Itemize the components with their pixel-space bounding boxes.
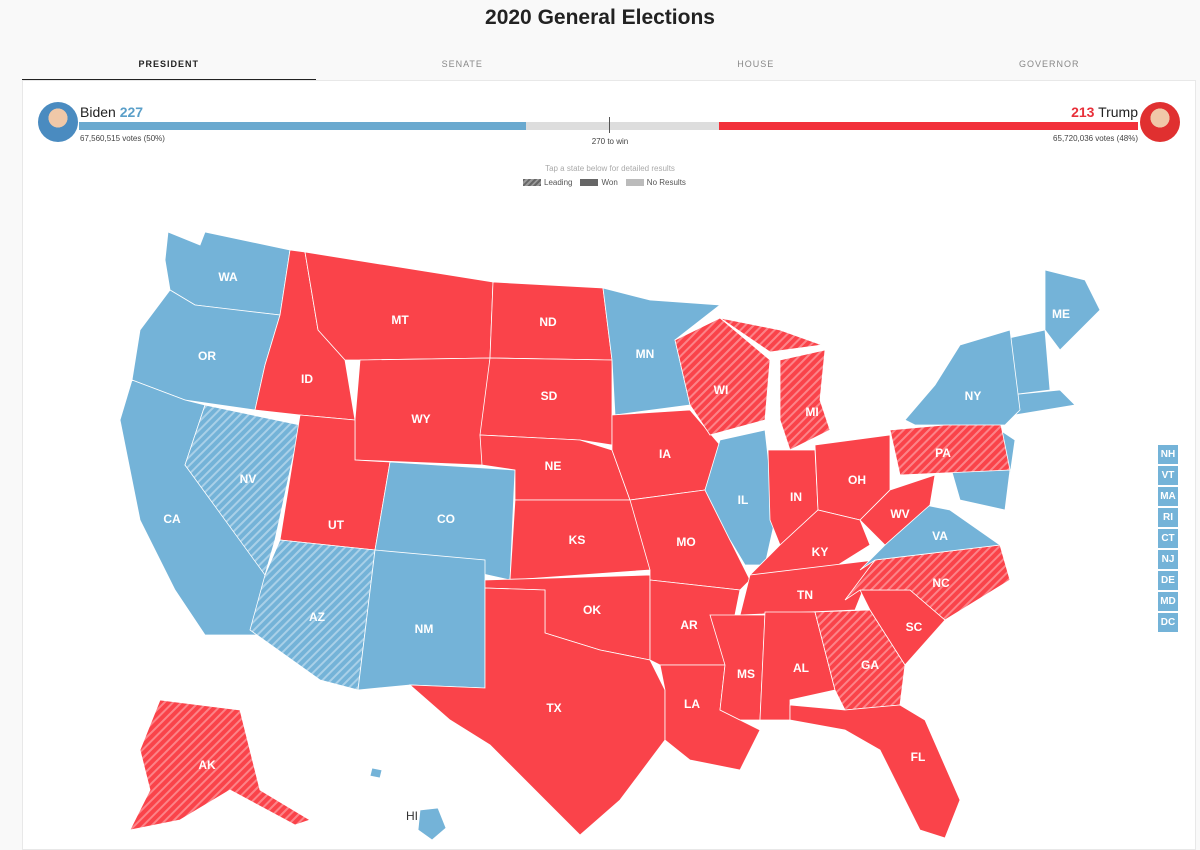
state-sd[interactable]	[479, 357, 613, 446]
state-ks[interactable]	[509, 499, 651, 581]
small-state-dc[interactable]: DC	[1158, 613, 1178, 632]
state-pa[interactable]	[889, 419, 1011, 476]
state-wy[interactable]	[354, 357, 491, 466]
state-nm[interactable]	[357, 549, 486, 691]
state-label-hi: HI	[406, 809, 418, 823]
state-mt[interactable]	[304, 251, 494, 361]
state-ny[interactable]	[904, 329, 1021, 426]
small-state-de[interactable]: DE	[1158, 571, 1178, 590]
us-map: WAORCANVIDMTWYUTAZCONMNDSDNEKSOKTXMNIAMO…	[119, 231, 1101, 841]
small-state-vt[interactable]: VT	[1158, 466, 1178, 485]
state-ak[interactable]	[129, 699, 311, 831]
state-hi[interactable]	[417, 807, 447, 841]
small-state-nh[interactable]: NH	[1158, 445, 1178, 464]
small-states-list: NH VT MA RI CT NJ DE MD DC	[1158, 445, 1178, 634]
ma-ct-ri-region[interactable]	[1009, 389, 1076, 416]
small-state-ct[interactable]: CT	[1158, 529, 1178, 548]
state-fl[interactable]	[789, 704, 961, 839]
state-me[interactable]	[1044, 269, 1101, 351]
small-state-ri[interactable]: RI	[1158, 508, 1178, 527]
small-state-nj[interactable]: NJ	[1158, 550, 1178, 569]
state-mi[interactable]	[779, 349, 831, 451]
small-state-md[interactable]: MD	[1158, 592, 1178, 611]
state-hi[interactable]	[369, 767, 383, 779]
small-state-ma[interactable]: MA	[1158, 487, 1178, 506]
state-nd[interactable]	[489, 281, 613, 361]
